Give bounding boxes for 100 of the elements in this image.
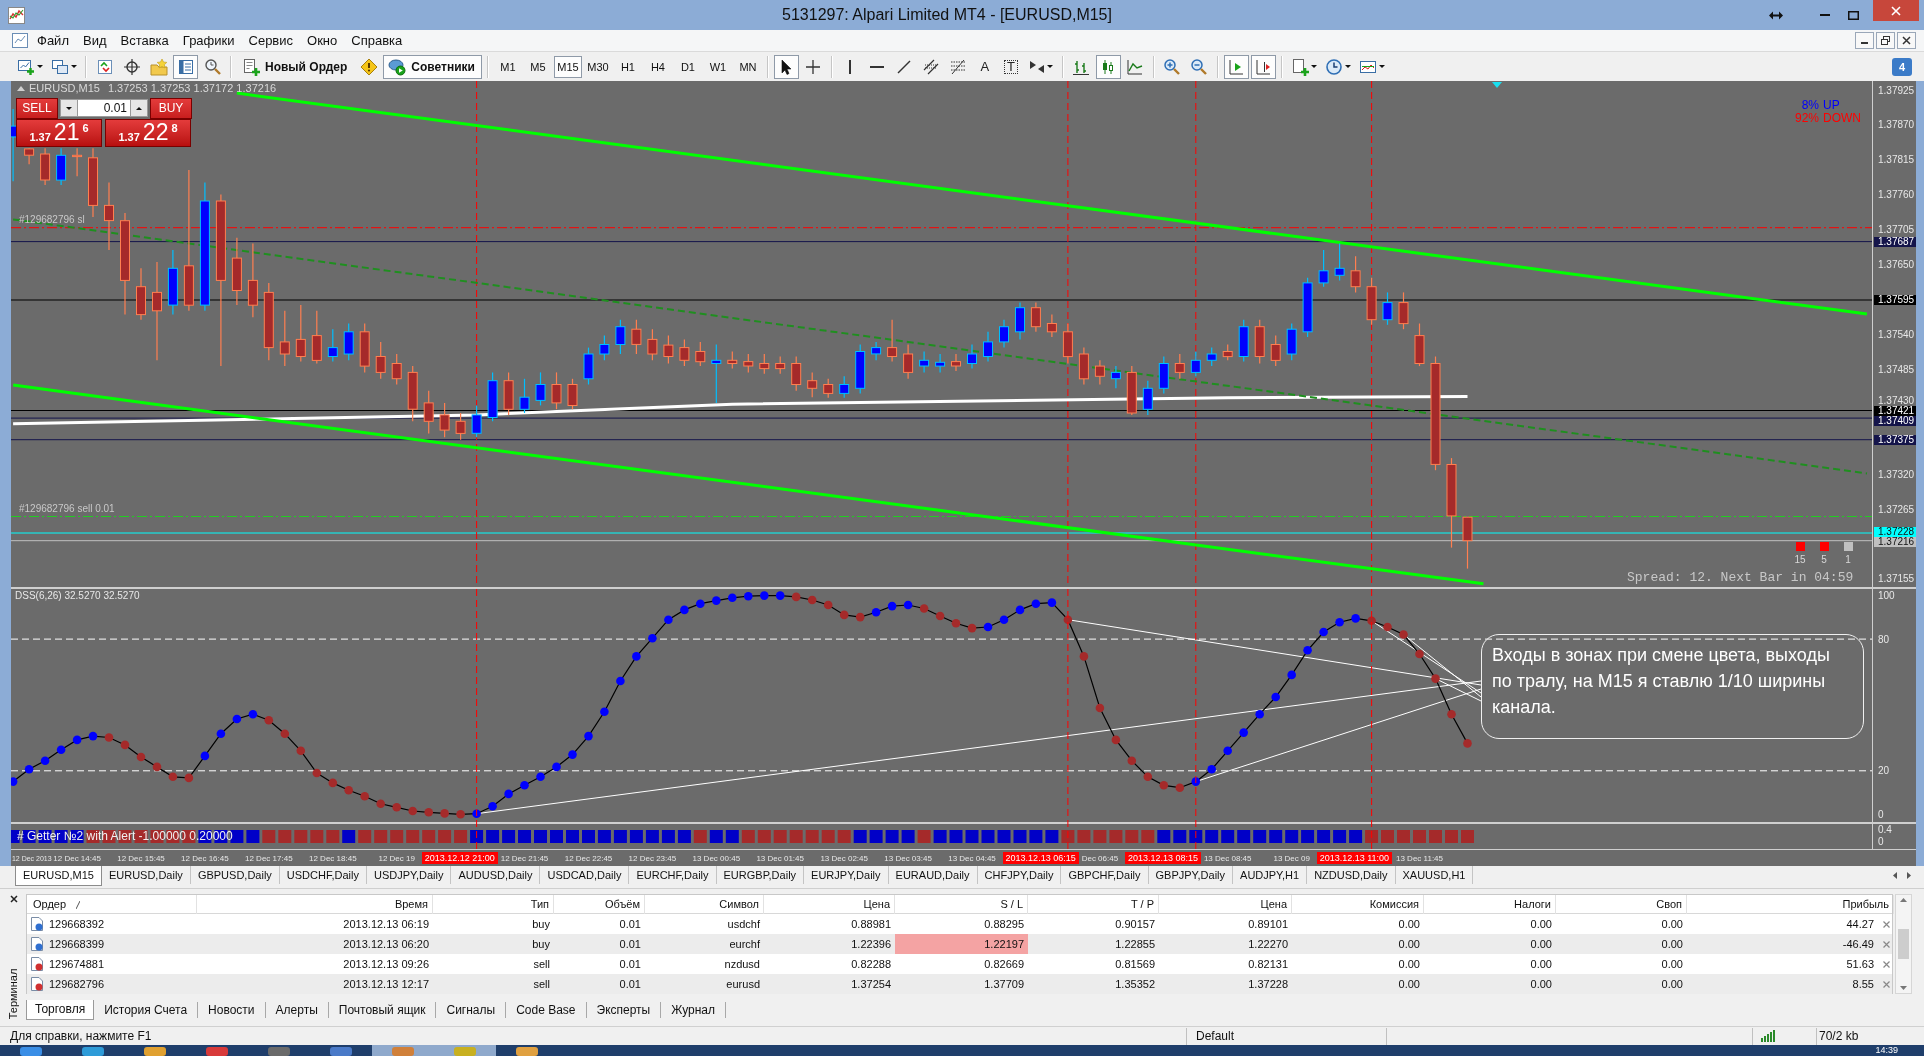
spread-text: Spread: 12. Next Bar in 04:59 <box>1627 571 1854 585</box>
table-cell-text: buy <box>531 936 551 952</box>
price-axis-label: 1.37265 <box>1878 504 1915 515</box>
time-axis-label: 13 Dec 02:45 <box>820 853 868 864</box>
price-line-label: 1.37595 <box>1874 295 1916 305</box>
order-line-label: #129682796 sell 0.01 <box>19 502 115 514</box>
price-axis-label: 1.37870 <box>1878 120 1915 131</box>
time-axis-label: 12 Dec 21:45 <box>500 853 549 864</box>
table-cell-text: 1.37254 <box>850 976 892 992</box>
table-cell-text: -46.49 <box>1842 936 1874 952</box>
table-cell-text: 51.63 <box>1846 956 1874 972</box>
time-axis-label: 13 Dec 08:45 <box>1203 853 1252 864</box>
table-cell-text: 0.88295 <box>983 916 1025 932</box>
price-axis-label: 1.37760 <box>1878 190 1915 201</box>
traffic-text: 70/2 kb <box>1819 1028 1859 1045</box>
chart-symbol: EURUSD,M15 <box>29 82 100 95</box>
table-cell: 1.22197 <box>895 934 1028 954</box>
table-cell-text: 0.00 <box>1529 936 1553 952</box>
indicator-axis-label: 0 <box>1878 836 1884 847</box>
callout-text: Входы в зонах при смене цвета, выходы по тралу, на М15 я ставлю 1/10 ширины канала. <box>1492 644 1831 719</box>
time-axis-label: 13 Dec 03:45 <box>884 853 932 864</box>
table-cell-text: eurchf <box>728 936 761 952</box>
table-cell-text: 129674881 <box>49 956 105 972</box>
table-cell-text: 0.00 <box>1397 956 1421 972</box>
table-cell-text: sell <box>532 956 551 972</box>
price-line-label: 1.37375 <box>1874 434 1916 445</box>
signal-percent: 92% <box>1793 112 1819 124</box>
table-cell-text: 2013.12.13 06:20 <box>342 936 430 952</box>
table-cell-text: 0.89101 <box>1247 916 1289 932</box>
table-cell-text: 0.81569 <box>1114 956 1156 972</box>
vertical-line-label: 2013.12.13 06:15 <box>1002 852 1079 864</box>
price-axis-label: 1.37650 <box>1878 260 1915 271</box>
signal-direction: DOWN <box>1823 112 1861 124</box>
table-cell-text: 0.88981 <box>850 916 892 932</box>
vertical-line-label: 2013.12.12 21:00 <box>421 852 498 864</box>
price-line-label: 1.37409 <box>1874 416 1916 427</box>
price-axis-label: 1.37925 <box>1878 85 1915 96</box>
vertical-line-label: 2013.12.13 08:15 <box>1124 852 1201 864</box>
table-cell-text: 129668399 <box>49 936 105 952</box>
time-axis-label: 13 Dec 01:45 <box>756 853 804 864</box>
table-cell-text: 0.01 <box>618 916 642 932</box>
table-cell-text: 2013.12.13 12:17 <box>342 976 430 992</box>
table-cell-text: 1.22270 <box>1247 936 1289 952</box>
time-axis-label: 12 Dec 23:45 <box>628 853 677 864</box>
price-line-label: 1.37216 <box>1874 536 1916 547</box>
profile-name: Default <box>1196 1028 1235 1045</box>
time-axis-label: 13 Dec 11:45 <box>1396 853 1443 864</box>
price-line-label: 1.37421 <box>1874 406 1916 417</box>
order-line-label: #129682796 sl <box>19 213 85 225</box>
signal-timeframe: 5 <box>1821 554 1827 565</box>
table-cell-text: sell <box>532 976 551 992</box>
price-axis-label: 1.37540 <box>1878 330 1915 340</box>
indicator-axis-label: 80 <box>1878 633 1890 645</box>
indicator-title: DSS(6,26) 32.5270 32.5270 <box>15 590 140 602</box>
table-cell-text: 0.00 <box>1397 936 1421 952</box>
table-cell-text: 2013.12.13 09:26 <box>342 956 430 972</box>
price-axis-label: 1.37320 <box>1878 469 1915 480</box>
table-cell-text: 0.01 <box>618 936 642 952</box>
indicator-axis-label: 0 <box>1878 809 1884 821</box>
table-cell-text: 1.22855 <box>1114 936 1156 952</box>
time-axis-label: 12 Dec 18:45 <box>309 853 357 864</box>
signal-timeframe: 15 <box>1794 554 1806 565</box>
price-line-label: 1.37687 <box>1874 236 1916 247</box>
table-cell-text: 0.00 <box>1397 916 1421 932</box>
table-cell-text: 0.01 <box>618 976 642 992</box>
time-axis-label: 13 Dec 00:45 <box>692 853 741 864</box>
table-cell-text: buy <box>531 916 551 932</box>
table-cell-text: 2013.12.13 06:19 <box>342 916 430 932</box>
signal-direction: UP <box>1823 99 1840 111</box>
table-cell-text: 0.82669 <box>983 956 1025 972</box>
time-axis-label: 12 Dec 22:45 <box>564 853 613 864</box>
table-cell-text: 0.00 <box>1529 916 1553 932</box>
table-cell-text: 0.00 <box>1660 936 1684 952</box>
table-cell-text: 129668392 <box>49 916 105 932</box>
table-cell-text: 0.00 <box>1660 916 1684 932</box>
table-cell-text: 0.82288 <box>850 956 892 972</box>
table-cell-text: 0.01 <box>618 956 642 972</box>
table-cell-text: 1.37228 <box>1247 976 1289 992</box>
indicator-axis-label: 100 <box>1878 589 1895 601</box>
price-line-label: 1.37228 <box>1874 526 1916 537</box>
time-axis-label: 12 Dec 16:45 <box>181 853 229 864</box>
panel-title: Терминал <box>7 968 19 1020</box>
table-cell-text: 129682796 <box>49 976 105 992</box>
table-cell-text: 0.00 <box>1529 976 1553 992</box>
time-axis-label: Dec 06:45 <box>1081 853 1119 864</box>
table-cell-text: eurusd <box>725 976 761 992</box>
table-cell-text: 0.00 <box>1529 956 1553 972</box>
signal-percent: 8% <box>1800 99 1819 111</box>
table-cell-text: 1.22396 <box>850 936 892 952</box>
ohlc-values: 1.37253 1.37253 1.37172 1.37216 <box>107 82 277 95</box>
table-cell-text: 0.82131 <box>1247 956 1289 972</box>
window-title: 5131297: Alpari Limited MT4 - [EURUSD,M15] <box>782 5 1112 25</box>
time-axis-label: 13 Dec 09 <box>1273 853 1310 864</box>
time-axis-label: 12 Dec 14:45 <box>53 853 101 864</box>
table-cell-text: 1.35352 <box>1114 976 1156 992</box>
time-axis-label: 13 Dec 04:45 <box>948 853 996 864</box>
table-cell-text: nzdusd <box>723 956 761 972</box>
indicator-axis-label: 20 <box>1878 765 1890 777</box>
signal-timeframe: 1 <box>1845 554 1851 565</box>
indicator-axis-label: 0.4 <box>1878 824 1892 835</box>
